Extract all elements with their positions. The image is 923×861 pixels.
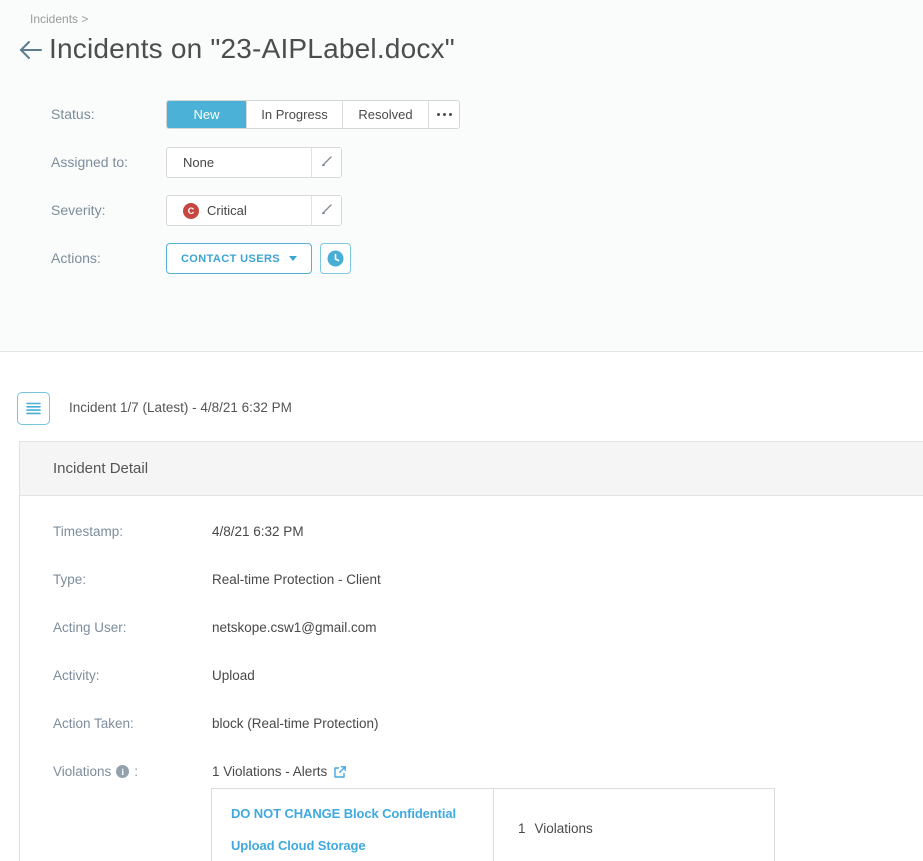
timestamp-label: Timestamp: xyxy=(53,524,123,539)
detail-row-activity: Activity: Upload xyxy=(20,668,923,688)
incident-page: Incidents > Incidents on "23-AIPLabel.do… xyxy=(0,0,923,861)
contact-users-button[interactable]: CONTACT USERS xyxy=(166,243,312,274)
incident-summary-section: Incidents > Incidents on "23-AIPLabel.do… xyxy=(0,0,923,352)
severity-value-wrap: C Critical xyxy=(167,196,311,225)
status-label: Status: xyxy=(51,106,95,122)
acting-user-value: netskope.csw1@gmail.com xyxy=(212,620,377,635)
status-option-resolved[interactable]: Resolved xyxy=(343,101,429,128)
incident-version-label: Incident 1/7 (Latest) - 4/8/21 6:32 PM xyxy=(69,400,292,415)
action-taken-label: Action Taken: xyxy=(53,716,134,731)
detail-row-acting-user: Acting User: netskope.csw1@gmail.com xyxy=(20,620,923,640)
assigned-to-value: None xyxy=(167,148,311,177)
info-icon[interactable] xyxy=(116,765,129,778)
status-option-new[interactable]: New xyxy=(167,101,247,128)
external-link-icon[interactable] xyxy=(333,765,347,779)
severity-value: Critical xyxy=(207,203,247,218)
severity-field: C Critical xyxy=(166,195,342,226)
type-value: Real-time Protection - Client xyxy=(212,572,381,587)
actions-label: Actions: xyxy=(51,250,101,266)
timestamp-value: 4/8/21 6:32 PM xyxy=(212,524,304,539)
acting-user-label: Acting User: xyxy=(53,620,127,635)
clock-icon xyxy=(327,250,344,267)
violations-value-wrap: 1 Violations - Alerts xyxy=(212,764,347,779)
assigned-to-label: Assigned to: xyxy=(51,154,128,170)
list-icon xyxy=(26,402,41,415)
action-taken-value: block (Real-time Protection) xyxy=(212,716,379,731)
detail-row-action-taken: Action Taken: block (Real-time Protectio… xyxy=(20,716,923,736)
assigned-to-field: None xyxy=(166,147,342,178)
incident-detail-panel: Incident Detail Timestamp: 4/8/21 6:32 P… xyxy=(19,441,923,861)
violations-count: 1 xyxy=(518,821,526,836)
detail-row-type: Type: Real-time Protection - Client xyxy=(20,572,923,592)
caret-down-icon xyxy=(289,256,297,261)
back-arrow-icon[interactable] xyxy=(17,36,45,64)
page-title: Incidents on "23-AIPLabel.docx" xyxy=(49,33,455,65)
contact-users-button-label: CONTACT USERS xyxy=(181,253,280,265)
assigned-to-edit-button[interactable] xyxy=(311,148,341,177)
violations-table-count-cell: 1 Violations xyxy=(494,789,774,861)
schedule-action-button[interactable] xyxy=(320,243,351,274)
incident-list-button[interactable] xyxy=(17,392,50,425)
status-segmented-control: New In Progress Resolved xyxy=(166,100,460,129)
status-option-in-progress[interactable]: In Progress xyxy=(247,101,343,128)
activity-label: Activity: xyxy=(53,668,100,683)
status-more-options-button[interactable] xyxy=(429,101,459,128)
violations-label: Violations xyxy=(53,764,111,779)
breadcrumb[interactable]: Incidents > xyxy=(30,12,88,26)
violations-value: 1 Violations - Alerts xyxy=(212,764,327,779)
severity-critical-badge: C xyxy=(183,203,199,219)
incident-detail-header: Incident Detail xyxy=(20,441,923,496)
severity-label: Severity: xyxy=(51,202,105,218)
ellipsis-icon xyxy=(437,113,452,116)
policy-link[interactable]: DO NOT CHANGE Block Confidential Upload … xyxy=(231,806,456,853)
activity-value: Upload xyxy=(212,668,255,683)
pencil-icon xyxy=(321,154,333,172)
severity-edit-button[interactable] xyxy=(311,196,341,225)
detail-row-violations: Violations : 1 Violations - Alerts xyxy=(20,764,923,784)
violations-table-policy-cell: DO NOT CHANGE Block Confidential Upload … xyxy=(212,789,494,861)
pencil-icon xyxy=(321,202,333,220)
violations-label-wrap: Violations : xyxy=(53,764,138,779)
violations-table: DO NOT CHANGE Block Confidential Upload … xyxy=(211,788,775,861)
type-label: Type: xyxy=(53,572,86,587)
detail-row-timestamp: Timestamp: 4/8/21 6:32 PM xyxy=(20,524,923,544)
violations-label-colon: : xyxy=(134,764,138,779)
violations-count-label: Violations xyxy=(535,821,593,836)
